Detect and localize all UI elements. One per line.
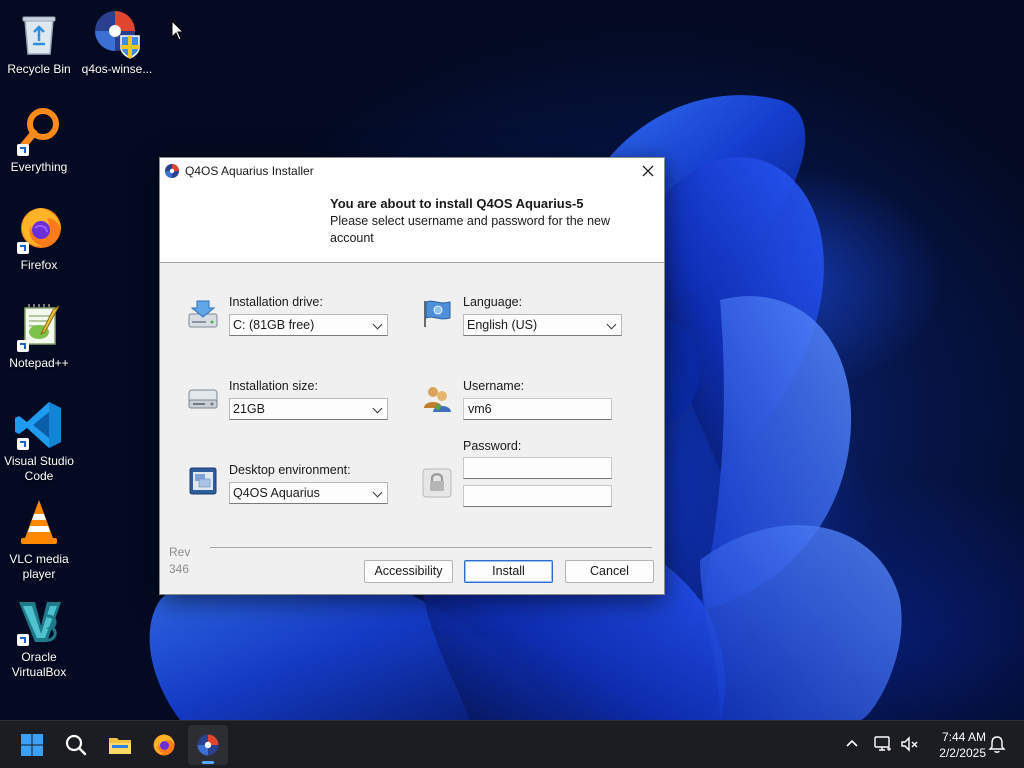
- desktop-icon-virtualbox[interactable]: Oracle VirtualBox: [1, 596, 77, 680]
- notification-bell-icon[interactable]: [987, 734, 1007, 754]
- desktop-icon-vlc[interactable]: VLC media player: [1, 498, 77, 582]
- desktop-icon-q4os-installer[interactable]: q4os-winse...: [79, 8, 155, 77]
- chevron-down-icon: [372, 319, 383, 330]
- chevron-down-icon: [372, 403, 383, 414]
- taskbar-firefox[interactable]: [144, 725, 184, 765]
- close-button[interactable]: [632, 158, 664, 184]
- taskbar-clock[interactable]: 7:44 AM 2/2/2025: [926, 729, 986, 761]
- shortcut-arrow-icon: [17, 340, 29, 352]
- password-input[interactable]: [463, 457, 612, 479]
- language-select[interactable]: English (US): [463, 314, 622, 336]
- installation-drive-select[interactable]: C: (81GB free): [229, 314, 388, 336]
- shortcut-arrow-icon: [17, 438, 29, 450]
- notepad-plus-plus-icon: [13, 302, 65, 354]
- taskbar-search-button[interactable]: [56, 725, 96, 765]
- password-label: Password:: [463, 439, 522, 453]
- accessibility-button[interactable]: Accessibility: [364, 560, 453, 583]
- firefox-icon: [153, 734, 175, 756]
- desktop-icon-notepad-plus-plus[interactable]: Notepad++: [1, 302, 77, 371]
- installer-header: You are about to install Q4OS Aquarius-5…: [160, 184, 664, 263]
- recycle-bin-icon: [13, 8, 65, 60]
- shortcut-arrow-icon: [17, 634, 29, 646]
- desktop-icon-label: q4os-winse...: [81, 62, 153, 76]
- language-label: Language:: [463, 295, 523, 309]
- window-title: Q4OS Aquarius Installer: [185, 164, 314, 178]
- username-input[interactable]: vm6: [463, 398, 612, 420]
- installation-size-select[interactable]: 21GB: [229, 398, 388, 420]
- desktop-icon-recycle-bin[interactable]: Recycle Bin: [1, 8, 77, 77]
- q4os-app-icon: [165, 164, 179, 178]
- password-confirm-input[interactable]: [463, 485, 612, 507]
- desktop-environment-value: Q4OS Aquarius: [233, 486, 320, 500]
- desktop: Recycle Bin q4os-winse... Everything Fir…: [0, 0, 1024, 768]
- desktop-icon-label: VLC media player: [9, 552, 69, 581]
- volume-muted-icon[interactable]: [899, 734, 919, 754]
- chevron-down-icon: [606, 319, 617, 330]
- desktop-icon-label: Everything: [10, 160, 68, 174]
- cancel-button[interactable]: Cancel: [565, 560, 654, 583]
- installation-drive-value: C: (81GB free): [233, 318, 315, 332]
- installation-drive-label: Installation drive:: [229, 295, 323, 309]
- mouse-cursor-icon: [171, 20, 185, 41]
- chevron-down-icon: [372, 487, 383, 498]
- clock-time: 7:44 AM: [941, 730, 986, 744]
- desktop-environment-label: Desktop environment:: [229, 463, 351, 477]
- start-button[interactable]: [12, 725, 52, 765]
- clock-date: 2/2/2025: [939, 746, 986, 760]
- vlc-icon: [13, 498, 65, 550]
- footer-separator: [210, 547, 652, 548]
- header-subtitle: Please select username and password for …: [330, 214, 611, 245]
- show-hidden-icons-chevron-icon[interactable]: [842, 734, 862, 754]
- shortcut-arrow-icon: [17, 144, 29, 156]
- language-value: English (US): [467, 318, 538, 332]
- desktop-icon-vscode[interactable]: Visual Studio Code: [1, 400, 77, 484]
- desktop-icon-label: Oracle VirtualBox: [11, 650, 67, 679]
- q4os-installer-icon: [197, 734, 219, 756]
- firefox-icon: [13, 204, 65, 256]
- desktop-environment-icon: [189, 467, 217, 495]
- desktop-environment-select[interactable]: Q4OS Aquarius: [229, 482, 388, 504]
- revision-info: Rev 346: [169, 544, 190, 578]
- taskbar: 7:44 AM 2/2/2025: [0, 720, 1024, 768]
- desktop-icon-label: Recycle Bin: [7, 62, 71, 76]
- close-icon: [642, 165, 654, 177]
- desktop-icon-firefox[interactable]: Firefox: [1, 204, 77, 273]
- taskbar-q4os-installer[interactable]: [188, 725, 228, 765]
- shortcut-arrow-icon: [17, 242, 29, 254]
- desktop-icon-label: Notepad++: [9, 356, 69, 370]
- install-button[interactable]: Install: [464, 560, 553, 583]
- network-icon[interactable]: [873, 734, 893, 754]
- installation-size-value: 21GB: [233, 402, 265, 416]
- windows-start-icon: [21, 734, 43, 756]
- window-titlebar[interactable]: Q4OS Aquarius Installer: [160, 158, 664, 184]
- virtualbox-icon: [13, 596, 65, 648]
- revision-label: Rev: [169, 545, 191, 559]
- vscode-icon: [13, 400, 65, 452]
- taskbar-file-explorer[interactable]: [100, 725, 140, 765]
- q4os-installer-icon: [91, 8, 143, 60]
- lock-icon: [422, 468, 452, 498]
- installer-window: Q4OS Aquarius Installer You are about to…: [159, 157, 665, 595]
- drive-install-icon: [188, 300, 218, 328]
- users-icon: [424, 387, 451, 412]
- search-icon: [65, 734, 87, 756]
- desktop-icon-everything[interactable]: Everything: [1, 106, 77, 175]
- installation-size-label: Installation size:: [229, 379, 318, 393]
- header-title: You are about to install Q4OS Aquarius-5: [330, 196, 584, 211]
- folder-icon: [109, 738, 131, 754]
- desktop-icon-label: Firefox: [20, 258, 58, 272]
- username-label: Username:: [463, 379, 525, 393]
- desktop-icon-label: Visual Studio Code: [4, 454, 74, 483]
- language-flag-icon: [424, 300, 451, 327]
- revision-number: 346: [169, 562, 190, 576]
- everything-search-icon: [13, 106, 65, 158]
- hard-disk-icon: [188, 389, 218, 409]
